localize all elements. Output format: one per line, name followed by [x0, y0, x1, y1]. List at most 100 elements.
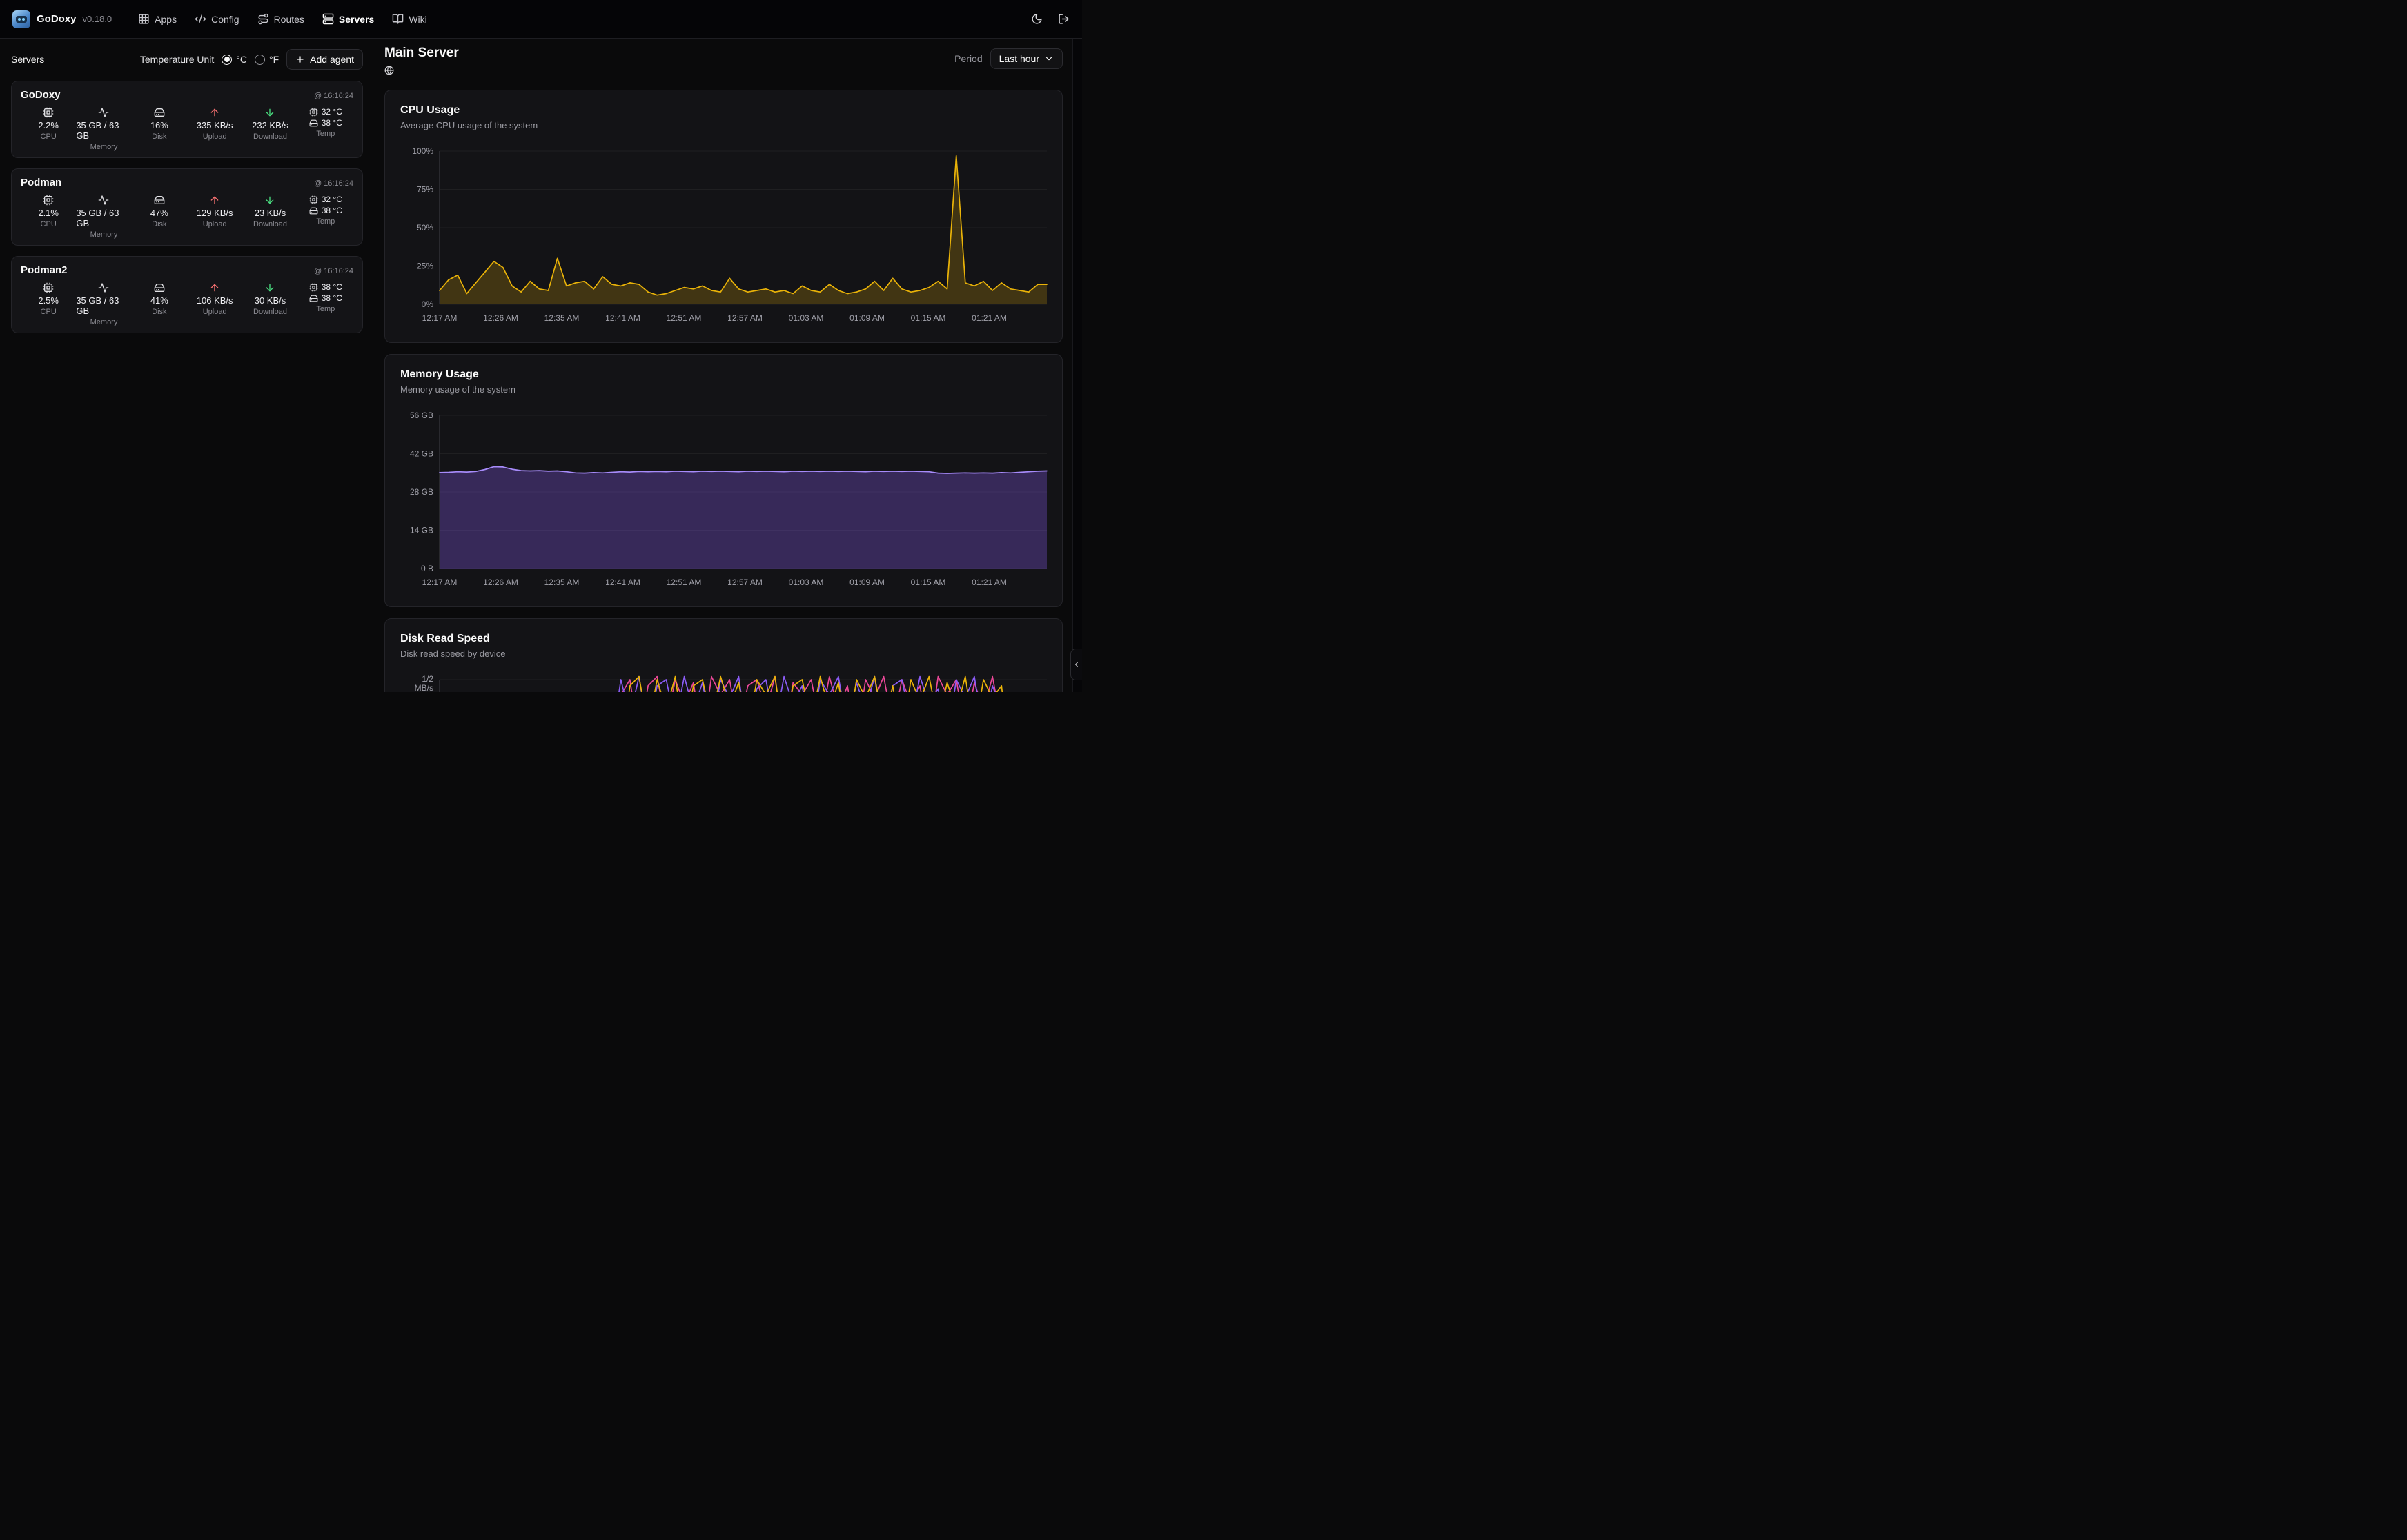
stat-download: 232 KB/s Download	[242, 107, 297, 151]
temp-disk-value: 38 °C	[322, 293, 342, 303]
svg-text:12:17 AM: 12:17 AM	[422, 313, 458, 323]
stat-value: 2.2%	[38, 120, 59, 130]
stat-label: CPU	[41, 308, 57, 316]
nav-item-config[interactable]: Config	[195, 13, 239, 25]
arrow-down-icon	[264, 195, 275, 206]
period-select[interactable]: Last hour	[990, 48, 1063, 69]
server-timestamp: @ 16:16:24	[314, 267, 353, 275]
plus-icon	[295, 55, 305, 64]
stat-label: Temp	[316, 217, 335, 226]
server-name: Podman2	[21, 264, 68, 276]
stat-label: Disk	[152, 132, 166, 141]
cpu-icon	[309, 283, 318, 292]
chart-subtitle: Average CPU usage of the system	[385, 120, 1062, 130]
add-agent-button[interactable]: Add agent	[286, 49, 363, 70]
nav-label: Wiki	[409, 14, 426, 25]
stat-value: 129 KB/s	[197, 208, 233, 218]
stat-disk: 41% Disk	[132, 282, 187, 326]
book-icon	[392, 13, 404, 25]
disk-read-speed-chart[interactable]: 1/2MB/s	[385, 675, 1062, 692]
svg-text:12:51 AM: 12:51 AM	[667, 578, 702, 587]
stat-temp: 32 °C 38 °C Temp	[298, 195, 353, 239]
stat-label: Disk	[152, 308, 166, 316]
period-label: Period	[954, 53, 982, 64]
page-title: Main Server	[384, 46, 459, 61]
stat-value: 106 KB/s	[197, 295, 233, 306]
svg-text:0%: 0%	[422, 299, 434, 309]
stat-value: 23 KB/s	[255, 208, 286, 218]
collapse-handle[interactable]	[1070, 649, 1082, 680]
stat-disk: 47% Disk	[132, 195, 187, 239]
stat-upload: 106 KB/s Upload	[187, 282, 242, 326]
stat-memory: 35 GB / 63 GB Memory	[76, 282, 131, 326]
svg-text:01:09 AM: 01:09 AM	[849, 313, 885, 323]
svg-text:MB/s: MB/s	[415, 683, 433, 692]
svg-text:12:41 AM: 12:41 AM	[605, 313, 640, 323]
svg-text:56 GB: 56 GB	[410, 411, 433, 420]
activity-icon	[98, 107, 109, 118]
stat-cpu: 2.1% CPU	[21, 195, 76, 239]
hard-drive-icon	[309, 119, 318, 128]
nav-item-routes[interactable]: Routes	[257, 13, 304, 25]
chart-title: Disk Read Speed	[385, 633, 1062, 645]
sidebar-controls: Temperature Unit °C °F Add agent	[140, 49, 363, 70]
nav-item-apps[interactable]: Apps	[138, 13, 177, 25]
arrow-up-icon	[209, 282, 220, 293]
memory-usage-card: Memory Usage Memory usage of the system …	[384, 354, 1063, 607]
brand-name: GoDoxy	[37, 13, 77, 25]
celsius-label: °C	[236, 54, 247, 65]
server-stats: 2.5% CPU 35 GB / 63 GB Memory 41% Disk 1…	[21, 282, 353, 326]
server-name: GoDoxy	[21, 89, 61, 101]
disk-read-speed-card: Disk Read Speed Disk read speed by devic…	[384, 618, 1063, 692]
server-timestamp: @ 16:16:24	[314, 179, 353, 188]
period-control: Period Last hour	[954, 48, 1063, 69]
svg-text:01:21 AM: 01:21 AM	[972, 578, 1007, 587]
svg-text:01:03 AM: 01:03 AM	[789, 578, 824, 587]
globe-icon[interactable]	[384, 66, 394, 75]
svg-text:12:41 AM: 12:41 AM	[605, 578, 640, 587]
nav-item-wiki[interactable]: Wiki	[392, 13, 426, 25]
temperature-unit-radio-group: °C °F	[222, 54, 279, 65]
nav-label: Routes	[274, 14, 304, 25]
cpu-usage-chart[interactable]: 100%75%50%25%0%12:17 AM12:26 AM12:35 AM1…	[385, 147, 1062, 329]
stat-memory: 35 GB / 63 GB Memory	[76, 107, 131, 151]
stat-value: 16%	[150, 120, 168, 130]
stat-upload: 129 KB/s Upload	[187, 195, 242, 239]
svg-text:50%: 50%	[417, 223, 433, 233]
hard-drive-icon	[154, 282, 165, 293]
server-timestamp: @ 16:16:24	[314, 92, 353, 100]
server-card-podman2[interactable]: Podman2 @ 16:16:24 2.5% CPU 35 GB / 63 G…	[11, 256, 363, 333]
nav-label: Apps	[155, 14, 177, 25]
fahrenheit-radio[interactable]	[255, 55, 265, 65]
stat-value: 47%	[150, 208, 168, 218]
add-agent-label: Add agent	[310, 54, 354, 65]
stat-label: Upload	[203, 132, 227, 141]
server-list: GoDoxy @ 16:16:24 2.2% CPU 35 GB / 63 GB…	[0, 81, 373, 333]
servers-sidebar: Servers Temperature Unit °C °F Add agent	[0, 39, 373, 692]
server-card-godoxy[interactable]: GoDoxy @ 16:16:24 2.2% CPU 35 GB / 63 GB…	[11, 81, 363, 158]
arrow-down-icon	[264, 107, 275, 118]
stat-label: Upload	[203, 308, 227, 316]
nav-label: Servers	[339, 14, 374, 25]
chart-title: CPU Usage	[385, 104, 1062, 117]
chart-title: Memory Usage	[385, 368, 1062, 381]
svg-text:12:26 AM: 12:26 AM	[483, 578, 518, 587]
temp-disk-value: 38 °C	[322, 118, 342, 128]
celsius-radio[interactable]	[222, 55, 232, 65]
main-header: Main Server Period Last hour	[384, 46, 1063, 79]
memory-usage-chart[interactable]: 56 GB42 GB28 GB14 GB0 B12:17 AM12:26 AM1…	[385, 411, 1062, 593]
svg-text:12:26 AM: 12:26 AM	[483, 313, 518, 323]
stat-cpu: 2.2% CPU	[21, 107, 76, 151]
fahrenheit-option[interactable]: °F	[255, 54, 279, 65]
svg-text:25%: 25%	[417, 261, 433, 271]
stat-temp: 38 °C 38 °C Temp	[298, 282, 353, 326]
nav-item-servers[interactable]: Servers	[322, 13, 374, 25]
logout-icon[interactable]	[1058, 13, 1070, 25]
server-card-podman[interactable]: Podman @ 16:16:24 2.1% CPU 35 GB / 63 GB…	[11, 168, 363, 246]
celsius-option[interactable]: °C	[222, 54, 247, 65]
cpu-icon	[43, 107, 54, 118]
svg-text:01:03 AM: 01:03 AM	[789, 313, 824, 323]
scrollbar-track[interactable]	[1072, 39, 1082, 692]
stat-value: 232 KB/s	[252, 120, 288, 130]
moon-icon[interactable]	[1031, 13, 1043, 25]
